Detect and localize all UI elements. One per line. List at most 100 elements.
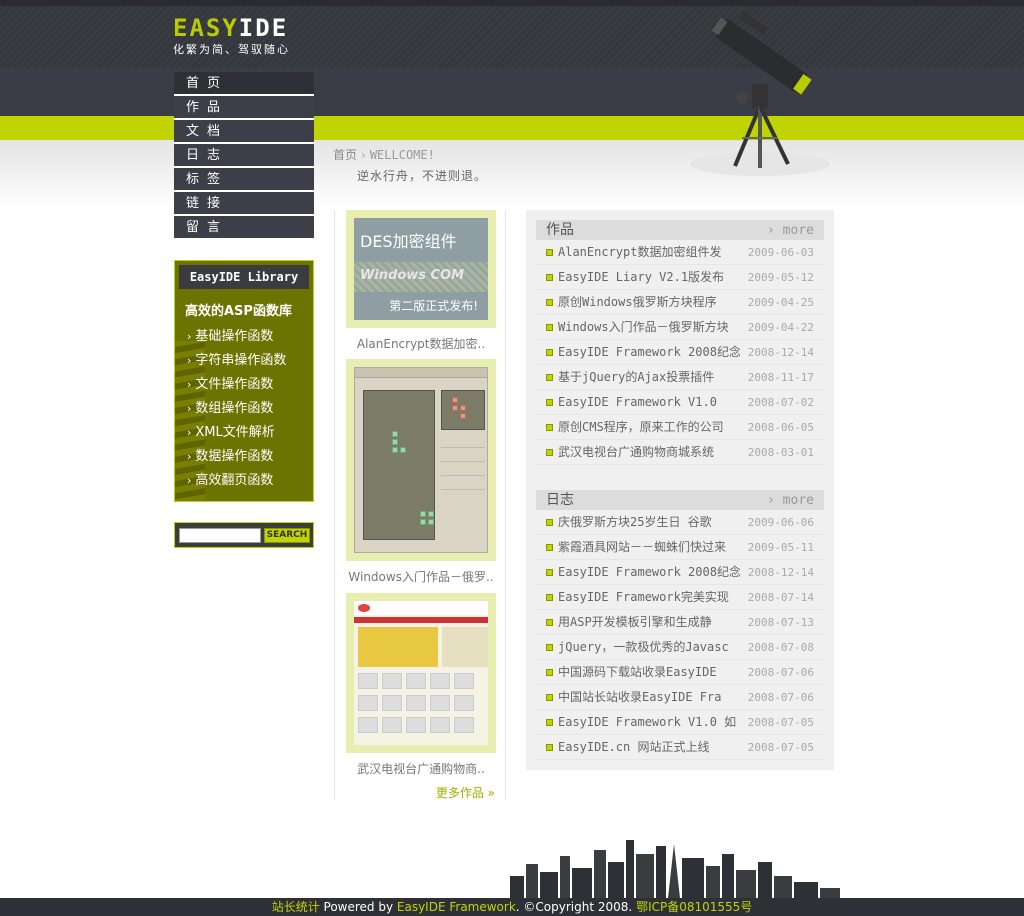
library-item-data[interactable]: › 数据操作函数 bbox=[175, 445, 313, 469]
list-item-title[interactable]: 中国源码下载站收录EasyIDE bbox=[558, 660, 740, 685]
work-caption[interactable]: 武汉电视台广通购物商.. bbox=[346, 760, 496, 777]
more-link[interactable]: › more bbox=[767, 490, 814, 512]
list-item-title[interactable]: EasyIDE Framework V1.0 bbox=[558, 390, 740, 415]
work-caption[interactable]: Windows入门作品－俄罗.. bbox=[346, 568, 496, 585]
list-item-title[interactable]: 原创CMS程序，原来工作的公司 bbox=[558, 415, 740, 440]
nav-item-blog[interactable]: 日志 bbox=[174, 144, 314, 168]
breadcrumb-home[interactable]: 首页 bbox=[333, 148, 357, 162]
nav-item-works[interactable]: 作品 bbox=[174, 96, 314, 120]
panel-header: 日志 › more bbox=[536, 490, 824, 510]
footer: 站长统计 Powered by EasyIDE Framework. ©Copy… bbox=[0, 898, 1024, 916]
bullet-icon bbox=[546, 374, 553, 381]
list-item[interactable]: 原创CMS程序，原来工作的公司 2008-06-05 bbox=[536, 415, 824, 440]
site-logo-icon bbox=[358, 604, 370, 612]
list-item[interactable]: 用ASP开发模板引擎和生成静 2008-07-13 bbox=[536, 610, 824, 635]
list-item-title[interactable]: EasyIDE Liary V2.1版发布 bbox=[558, 265, 740, 290]
list-item-title[interactable]: EasyIDE Framework完美实现 bbox=[558, 585, 740, 610]
list-item-date: 2008-07-02 bbox=[747, 396, 814, 409]
list-item-title[interactable]: 基于jQuery的Ajax投票插件 bbox=[558, 365, 740, 390]
blog-panel: 日志 › more 庆俄罗斯方块25岁生日 谷歌 2009-06-06 紫霞酒具网站… bbox=[536, 490, 824, 760]
work-thumbnail[interactable]: DES加密组件 Windows COM 第二版正式发布! bbox=[346, 210, 496, 328]
work-card[interactable]: 武汉电视台广通购物商.. bbox=[346, 593, 496, 777]
footer-framework-link[interactable]: EasyIDE Framework bbox=[397, 900, 516, 914]
bullet-icon bbox=[546, 249, 553, 256]
list-item[interactable]: EasyIDE Framework V1.0 如 2008-07-05 bbox=[536, 710, 824, 735]
list-item-title[interactable]: 原创Windows俄罗斯方块程序 bbox=[558, 290, 740, 315]
more-works-link[interactable]: 更多作品 » bbox=[436, 784, 495, 801]
library-title: EasyIDE Library bbox=[179, 265, 309, 289]
arrow-icon: › bbox=[187, 426, 192, 439]
list-item[interactable]: 基于jQuery的Ajax投票插件 2008-11-17 bbox=[536, 365, 824, 390]
panel-title: 作品 bbox=[546, 222, 574, 238]
list-item-date: 2008-07-14 bbox=[747, 591, 814, 604]
list-item-title[interactable]: EasyIDE Framework 2008纪念 bbox=[558, 560, 740, 585]
arrow-icon: › bbox=[187, 378, 192, 391]
search-button[interactable]: SEARCH bbox=[264, 528, 310, 543]
nav-item-guestbook[interactable]: 留言 bbox=[174, 216, 314, 240]
list-item[interactable]: EasyIDE Liary V2.1版发布 2009-05-12 bbox=[536, 265, 824, 290]
telescope-icon bbox=[690, 11, 830, 176]
list-item-title[interactable]: 中国站长站收录EasyIDE Fra bbox=[558, 685, 740, 710]
works-column: DES加密组件 Windows COM 第二版正式发布! AlanEncrypt… bbox=[334, 210, 506, 800]
list-item-date: 2009-05-11 bbox=[747, 541, 814, 554]
list-item-title[interactable]: 武汉电视台广通购物商城系统 bbox=[558, 440, 740, 465]
list-item[interactable]: Windows入门作品－俄罗斯方块 2009-04-22 bbox=[536, 315, 824, 340]
library-item-paging[interactable]: › 高效翻页函数 bbox=[175, 469, 313, 493]
bullet-icon bbox=[546, 324, 553, 331]
list-item-title[interactable]: jQuery，一款极优秀的Javasc bbox=[558, 635, 740, 660]
work-card[interactable]: DES加密组件 Windows COM 第二版正式发布! AlanEncrypt… bbox=[346, 210, 496, 352]
footer-icp-link[interactable]: 鄂ICP备08101555号 bbox=[636, 900, 752, 914]
logo-part2: IDE bbox=[238, 14, 289, 42]
list-item-title[interactable]: 紫霞酒具网站－－蜘蛛们快过来 bbox=[558, 535, 740, 560]
library-subtitle: 高效的ASP函数库 bbox=[185, 304, 292, 319]
list-item-title[interactable]: EasyIDE Framework V1.0 如 bbox=[558, 710, 740, 735]
logo-part1: EASY bbox=[173, 14, 239, 42]
list-item[interactable]: EasyIDE Framework完美实现 2008-07-14 bbox=[536, 585, 824, 610]
work-card[interactable]: Windows入门作品－俄罗.. bbox=[346, 359, 496, 585]
search-input[interactable] bbox=[179, 528, 261, 543]
nav-item-links[interactable]: 链接 bbox=[174, 192, 314, 216]
list-item-title[interactable]: EasyIDE Framework 2008纪念 bbox=[558, 340, 740, 365]
list-item[interactable]: 原创Windows俄罗斯方块程序 2009-04-25 bbox=[536, 290, 824, 315]
list-item-title[interactable]: EasyIDE.cn 网站正式上线 bbox=[558, 735, 740, 760]
footer-copyright: . ©Copyright 2008. bbox=[515, 900, 633, 914]
list-item[interactable]: jQuery，一款极优秀的Javasc 2008-07-08 bbox=[536, 635, 824, 660]
bullet-icon bbox=[546, 619, 553, 626]
work-thumbnail[interactable] bbox=[346, 359, 496, 561]
nav-item-docs[interactable]: 文档 bbox=[174, 120, 314, 144]
logo-slogan: 化繁为简、驾驭随心 bbox=[173, 43, 290, 56]
work-thumbnail[interactable] bbox=[346, 593, 496, 753]
footer-stats-link[interactable]: 站长统计 bbox=[272, 900, 320, 914]
work-caption[interactable]: AlanEncrypt数据加密.. bbox=[346, 335, 496, 352]
list-item[interactable]: AlanEncrypt数据加密组件发 2009-06-03 bbox=[536, 240, 824, 265]
nav-item-home[interactable]: 首页 bbox=[174, 72, 314, 96]
library-item-xml[interactable]: › XML文件解析 bbox=[175, 421, 313, 445]
library-item-array[interactable]: › 数组操作函数 bbox=[175, 397, 313, 421]
list-item[interactable]: EasyIDE.cn 网站正式上线 2008-07-05 bbox=[536, 735, 824, 760]
library-item-basic[interactable]: › 基础操作函数 bbox=[175, 325, 313, 349]
bullet-icon bbox=[546, 719, 553, 726]
list-item-title[interactable]: 用ASP开发模板引擎和生成静 bbox=[558, 610, 740, 635]
list-item[interactable]: EasyIDE Framework 2008纪念 2008-12-14 bbox=[536, 340, 824, 365]
list-item[interactable]: 紫霞酒具网站－－蜘蛛们快过来 2009-05-11 bbox=[536, 535, 824, 560]
list-item[interactable]: EasyIDE Framework 2008纪念 2008-12-14 bbox=[536, 560, 824, 585]
list-item-title[interactable]: 庆俄罗斯方块25岁生日 谷歌 bbox=[558, 510, 740, 535]
header-lower-band bbox=[0, 68, 1024, 116]
panel-header: 作品 › more bbox=[536, 220, 824, 240]
list-item[interactable]: 中国站长站收录EasyIDE Fra 2008-07-06 bbox=[536, 685, 824, 710]
list-item-title[interactable]: AlanEncrypt数据加密组件发 bbox=[558, 240, 740, 265]
list-item[interactable]: 庆俄罗斯方块25岁生日 谷歌 2009-06-06 bbox=[536, 510, 824, 535]
search-box: SEARCH bbox=[174, 522, 314, 548]
list-item-title[interactable]: Windows入门作品－俄罗斯方块 bbox=[558, 315, 740, 340]
library-item-string[interactable]: › 字符串操作函数 bbox=[175, 349, 313, 373]
list-item[interactable]: 武汉电视台广通购物商城系统 2008-03-01 bbox=[536, 440, 824, 465]
bullet-icon bbox=[546, 744, 553, 751]
list-item[interactable]: 中国源码下载站收录EasyIDE 2008-07-06 bbox=[536, 660, 824, 685]
library-item-file[interactable]: › 文件操作函数 bbox=[175, 373, 313, 397]
main-nav: 首页 作品 文档 日志 标签 链接 留言 bbox=[174, 72, 314, 240]
list-item[interactable]: EasyIDE Framework V1.0 2008-07-02 bbox=[536, 390, 824, 415]
site-logo[interactable]: EASYIDE 化繁为简、驾驭随心 bbox=[173, 16, 290, 57]
nav-item-tags[interactable]: 标签 bbox=[174, 168, 314, 192]
more-link[interactable]: › more bbox=[767, 220, 814, 242]
right-column: 作品 › more AlanEncrypt数据加密组件发 2009-06-03 Ea… bbox=[526, 210, 834, 770]
